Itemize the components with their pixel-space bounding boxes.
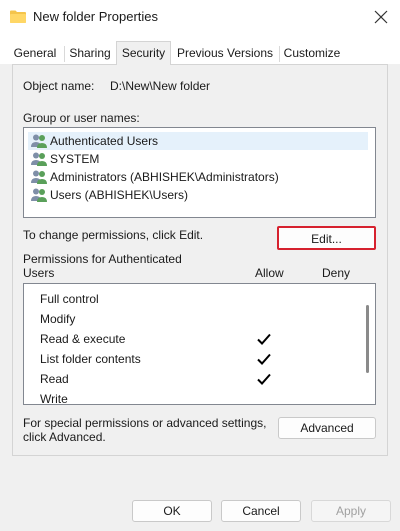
list-item-label: SYSTEM [50, 152, 100, 166]
tab-separator [279, 46, 280, 62]
tab-previous-versions[interactable]: Previous Versions [176, 44, 274, 64]
list-item-system[interactable]: SYSTEM [28, 150, 368, 168]
tab-general[interactable]: General [13, 44, 57, 64]
list-item-administrators[interactable]: Administrators (ABHISHEK\Administrators) [28, 168, 368, 186]
deny-column-header: Deny [322, 266, 351, 280]
title-bar: New folder Properties [0, 0, 400, 36]
user-group-icon [31, 134, 47, 148]
ok-button[interactable]: OK [132, 500, 212, 522]
group-list-label: Group or user names: [23, 111, 140, 125]
close-button[interactable] [366, 4, 396, 30]
tab-customize[interactable]: Customize [283, 44, 341, 64]
list-item-users[interactable]: Users (ABHISHEK\Users) [28, 186, 368, 204]
tab-security[interactable]: Security [116, 41, 171, 65]
permission-label: Modify [40, 312, 76, 326]
checkmark-icon [257, 373, 271, 385]
scrollbar-thumb[interactable] [366, 305, 369, 373]
permission-label: Write [40, 392, 68, 406]
object-name-value: D:\New\New folder [110, 79, 211, 93]
tab-separator [64, 46, 65, 62]
user-group-icon [31, 152, 47, 166]
properties-window: New folder Properties General Sharing Se… [0, 0, 400, 531]
group-list[interactable]: Authenticated Users SYSTEM Administrator… [23, 127, 376, 218]
permission-label: Read [40, 372, 69, 386]
advanced-button[interactable]: Advanced [278, 417, 376, 439]
apply-button[interactable]: Apply [311, 500, 391, 522]
checkmark-icon [257, 333, 271, 345]
permissions-header-line1: Permissions for Authenticated [23, 252, 182, 266]
edit-button[interactable]: Edit... [277, 226, 376, 250]
list-item-authenticated-users[interactable]: Authenticated Users [28, 132, 368, 150]
object-name-label: Object name: [23, 79, 95, 93]
permissions-header-line2: Users [23, 266, 55, 280]
permission-label: Full control [40, 292, 99, 306]
cancel-button[interactable]: Cancel [221, 500, 301, 522]
list-item-label: Users (ABHISHEK\Users) [50, 188, 189, 202]
permission-label: Read & execute [40, 332, 126, 346]
list-item-label: Administrators (ABHISHEK\Administrators) [50, 170, 279, 184]
user-group-icon [31, 170, 47, 184]
allow-column-header: Allow [255, 266, 284, 280]
checkmark-icon [257, 353, 271, 365]
window-title: New folder Properties [33, 9, 158, 24]
tab-sharing[interactable]: Sharing [68, 44, 112, 64]
change-permissions-hint: To change permissions, click Edit. [23, 228, 204, 242]
special-permissions-hint-line2: click Advanced. [23, 430, 106, 444]
user-group-icon [31, 188, 47, 202]
list-item-label: Authenticated Users [50, 134, 159, 148]
folder-icon [10, 10, 26, 23]
permission-label: List folder contents [40, 352, 141, 366]
permissions-list[interactable]: Full control Modify Read & execute List … [23, 283, 376, 406]
special-permissions-hint-line1: For special permissions or advanced sett… [23, 416, 267, 430]
close-icon [374, 10, 388, 24]
